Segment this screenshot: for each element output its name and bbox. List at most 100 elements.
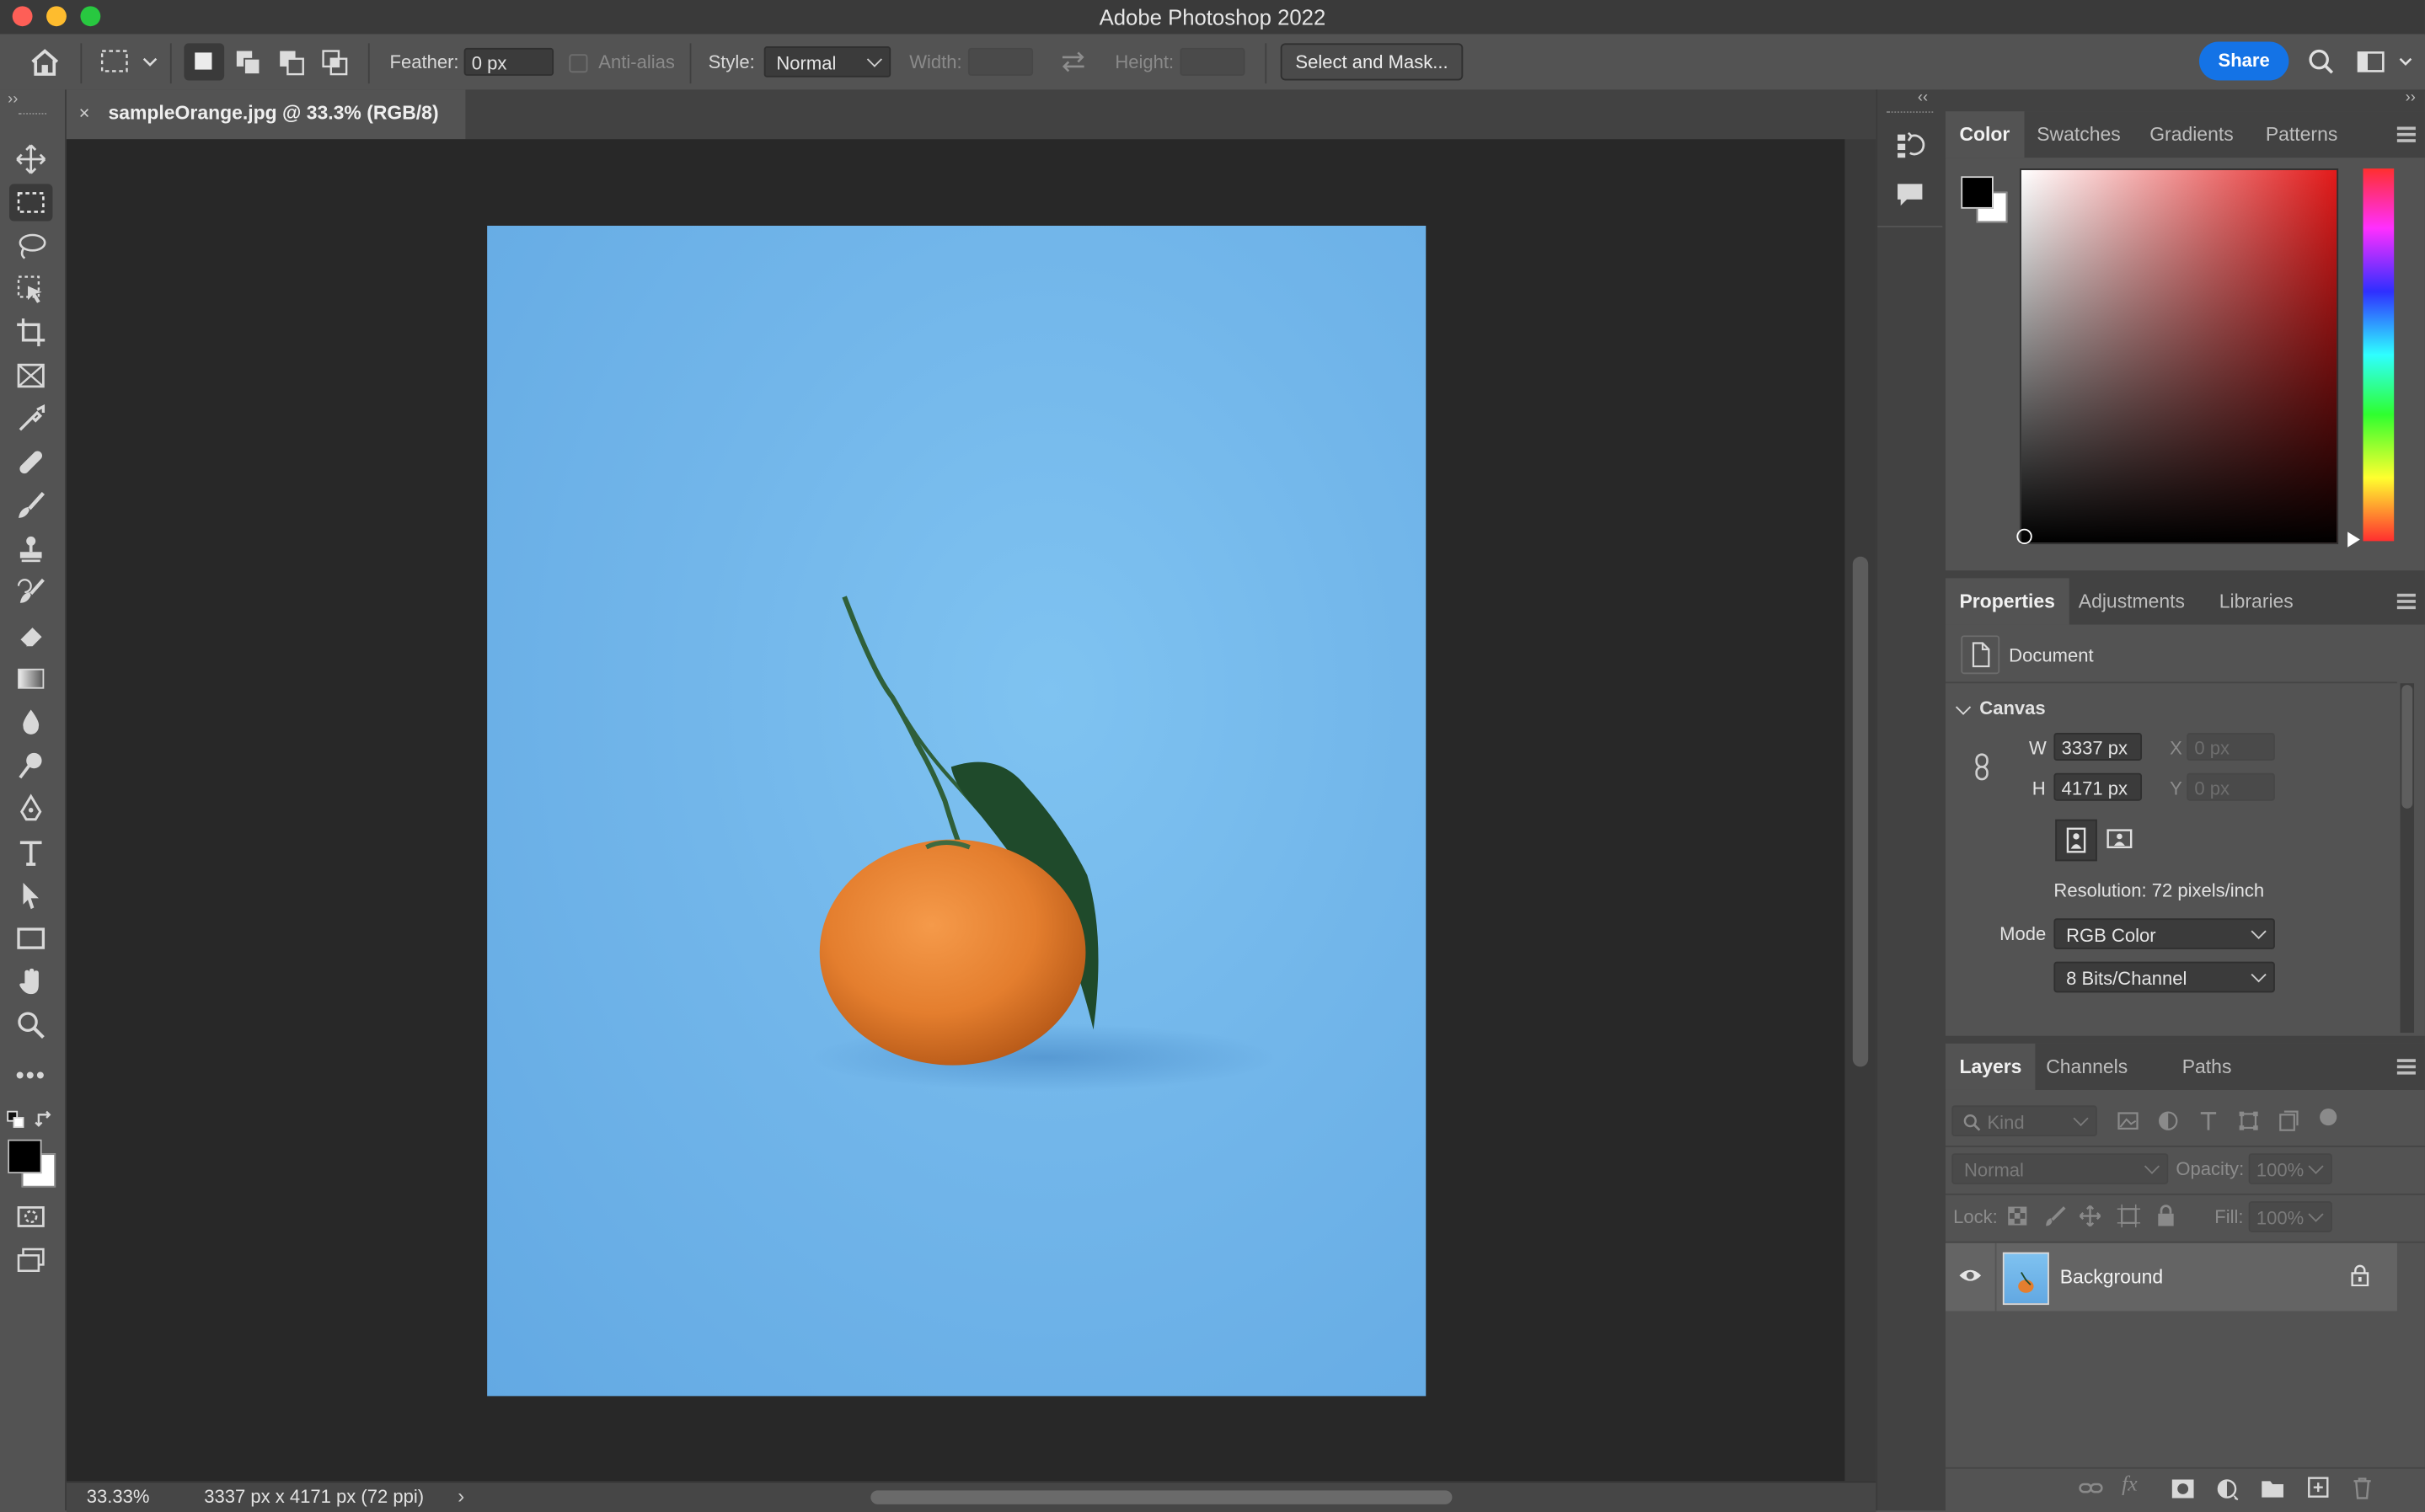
hue-slider-handle[interactable] xyxy=(2347,532,2360,548)
foreground-color-swatch[interactable] xyxy=(8,1139,42,1174)
color-field[interactable] xyxy=(2020,168,2339,545)
tab-paths[interactable]: Paths xyxy=(2168,1044,2246,1090)
bit-depth-select[interactable]: 8 Bits/Channel xyxy=(2053,961,2275,993)
new-layer-icon[interactable] xyxy=(2307,1477,2329,1503)
lock-artboards-icon[interactable] xyxy=(2117,1204,2141,1232)
landscape-orientation-button[interactable] xyxy=(2100,820,2139,858)
move-tool-icon[interactable] xyxy=(9,141,52,178)
properties-panel-menu-icon[interactable] xyxy=(2396,593,2416,609)
brush-tool-icon[interactable] xyxy=(9,487,52,524)
canvas-width-input[interactable]: 3337 px xyxy=(2053,732,2143,761)
anti-alias-checkbox[interactable] xyxy=(569,54,588,73)
tab-gradients[interactable]: Gradients xyxy=(2136,111,2248,158)
color-mode-select[interactable]: RGB Color xyxy=(2053,918,2275,949)
fill-input[interactable]: 100% xyxy=(2248,1201,2332,1232)
healing-brush-tool-icon[interactable] xyxy=(9,444,52,481)
lasso-tool-icon[interactable] xyxy=(9,227,52,264)
filter-toggle-icon[interactable] xyxy=(2320,1108,2337,1126)
layer-name[interactable]: Background xyxy=(2060,1266,2163,1288)
layer-lock-icon[interactable] xyxy=(2351,1264,2369,1290)
filter-type-layers-icon[interactable] xyxy=(2197,1110,2219,1136)
dodge-tool-icon[interactable] xyxy=(9,746,52,783)
swap-dimensions-icon[interactable] xyxy=(1059,50,1087,79)
rectangular-marquee-tool-icon[interactable] xyxy=(9,184,53,222)
new-group-icon[interactable] xyxy=(2261,1478,2284,1503)
tab-color[interactable]: Color xyxy=(1945,111,2024,158)
marquee-preset-icon[interactable] xyxy=(99,48,160,81)
home-icon[interactable] xyxy=(28,46,62,82)
width-input[interactable] xyxy=(967,47,1034,76)
tab-adjustments[interactable]: Adjustments xyxy=(2064,578,2198,624)
layer-filter-kind-select[interactable]: Kind xyxy=(1951,1105,2097,1137)
tab-libraries[interactable]: Libraries xyxy=(2205,578,2307,624)
more-tools-icon[interactable]: ••• xyxy=(9,1059,52,1096)
panel-foreground-swatch[interactable] xyxy=(1961,176,1994,209)
quick-mask-icon[interactable] xyxy=(9,1198,52,1235)
properties-scrollbar[interactable] xyxy=(2400,683,2415,1034)
new-selection-button[interactable] xyxy=(184,43,225,81)
canvas-x-input[interactable]: 0 px xyxy=(2187,732,2275,761)
workspace-icon[interactable] xyxy=(2355,50,2417,79)
tab-patterns[interactable]: Patterns xyxy=(2251,111,2351,158)
horizontal-scroll-thumb[interactable] xyxy=(870,1490,1453,1504)
swap-colors-icon[interactable] xyxy=(34,1109,56,1135)
height-input[interactable] xyxy=(1180,47,1245,76)
document-tab[interactable]: × sampleOrange.jpg @ 33.3% (RGB/8) xyxy=(66,89,466,140)
fx-icon[interactable]: fx xyxy=(2122,1473,2138,1498)
vertical-scroll-thumb[interactable] xyxy=(1852,556,1869,1067)
select-and-mask-button[interactable]: Select and Mask... xyxy=(1280,43,1464,81)
color-field-picker[interactable] xyxy=(2016,528,2032,545)
add-to-selection-button[interactable] xyxy=(230,43,267,85)
canvas-y-input[interactable]: 0 px xyxy=(2187,772,2275,801)
delete-layer-icon[interactable] xyxy=(2353,1477,2373,1504)
feather-input[interactable]: 0 px xyxy=(463,47,554,76)
comments-panel-icon[interactable] xyxy=(1894,179,1925,215)
zoom-level[interactable]: 33.33% xyxy=(87,1486,150,1508)
new-adjustment-layer-icon[interactable] xyxy=(2216,1478,2240,1506)
collapse-panels-icon[interactable]: ›› xyxy=(2406,89,2416,106)
history-panel-icon[interactable] xyxy=(1894,130,1925,165)
lock-transparent-pixels-icon[interactable] xyxy=(2007,1206,2027,1231)
tab-channels[interactable]: Channels xyxy=(2032,1044,2142,1090)
color-panel-menu-icon[interactable] xyxy=(2396,126,2416,142)
style-select[interactable]: Normal xyxy=(763,46,891,77)
document-image[interactable] xyxy=(487,225,1427,1397)
object-selection-tool-icon[interactable] xyxy=(9,270,52,307)
history-brush-tool-icon[interactable] xyxy=(9,574,52,611)
lock-position-icon[interactable] xyxy=(2079,1205,2102,1232)
filter-smart-objects-icon[interactable] xyxy=(2278,1110,2300,1136)
share-button[interactable]: Share xyxy=(2198,41,2289,81)
lock-all-icon[interactable] xyxy=(2156,1205,2176,1232)
link-layers-icon[interactable] xyxy=(2079,1479,2103,1503)
screen-mode-icon[interactable] xyxy=(9,1242,52,1279)
add-mask-icon[interactable] xyxy=(2171,1478,2195,1504)
filter-adjustment-layers-icon[interactable] xyxy=(2157,1110,2179,1136)
eraser-tool-icon[interactable] xyxy=(9,617,52,654)
subtract-from-selection-button[interactable] xyxy=(274,43,311,85)
collapse-strip-icon[interactable]: ‹‹ xyxy=(1918,89,1928,106)
intersect-selection-button[interactable] xyxy=(317,43,354,85)
layer-row-background[interactable]: Background xyxy=(1945,1242,2397,1312)
tab-layers[interactable]: Layers xyxy=(1945,1043,2036,1090)
blend-mode-select[interactable]: Normal xyxy=(1951,1153,2169,1184)
close-document-icon[interactable]: × xyxy=(79,102,90,124)
lock-image-pixels-icon[interactable] xyxy=(2044,1206,2066,1232)
collapse-toolbar-icon[interactable]: ›› xyxy=(8,91,18,108)
crop-tool-icon[interactable] xyxy=(9,314,52,351)
layers-panel-menu-icon[interactable] xyxy=(2396,1059,2416,1074)
tab-properties[interactable]: Properties xyxy=(1945,578,2069,625)
default-colors-icon[interactable] xyxy=(6,1110,24,1134)
eyedropper-tool-icon[interactable] xyxy=(9,400,52,437)
opacity-input[interactable]: 100% xyxy=(2248,1153,2332,1184)
pen-tool-icon[interactable] xyxy=(9,790,52,827)
filter-pixel-layers-icon[interactable] xyxy=(2117,1110,2139,1136)
canvas-height-input[interactable]: 4171 px xyxy=(2053,772,2143,801)
search-icon[interactable] xyxy=(2307,48,2335,81)
type-tool-icon[interactable] xyxy=(9,833,52,870)
link-dimensions-icon[interactable] xyxy=(1972,753,1994,786)
blur-tool-icon[interactable] xyxy=(9,703,52,740)
tab-swatches[interactable]: Swatches xyxy=(2023,111,2135,158)
hand-tool-icon[interactable] xyxy=(9,963,52,1000)
portrait-orientation-button[interactable] xyxy=(2055,819,2097,862)
canvas-collapse-chevron-icon[interactable] xyxy=(1955,699,1972,715)
